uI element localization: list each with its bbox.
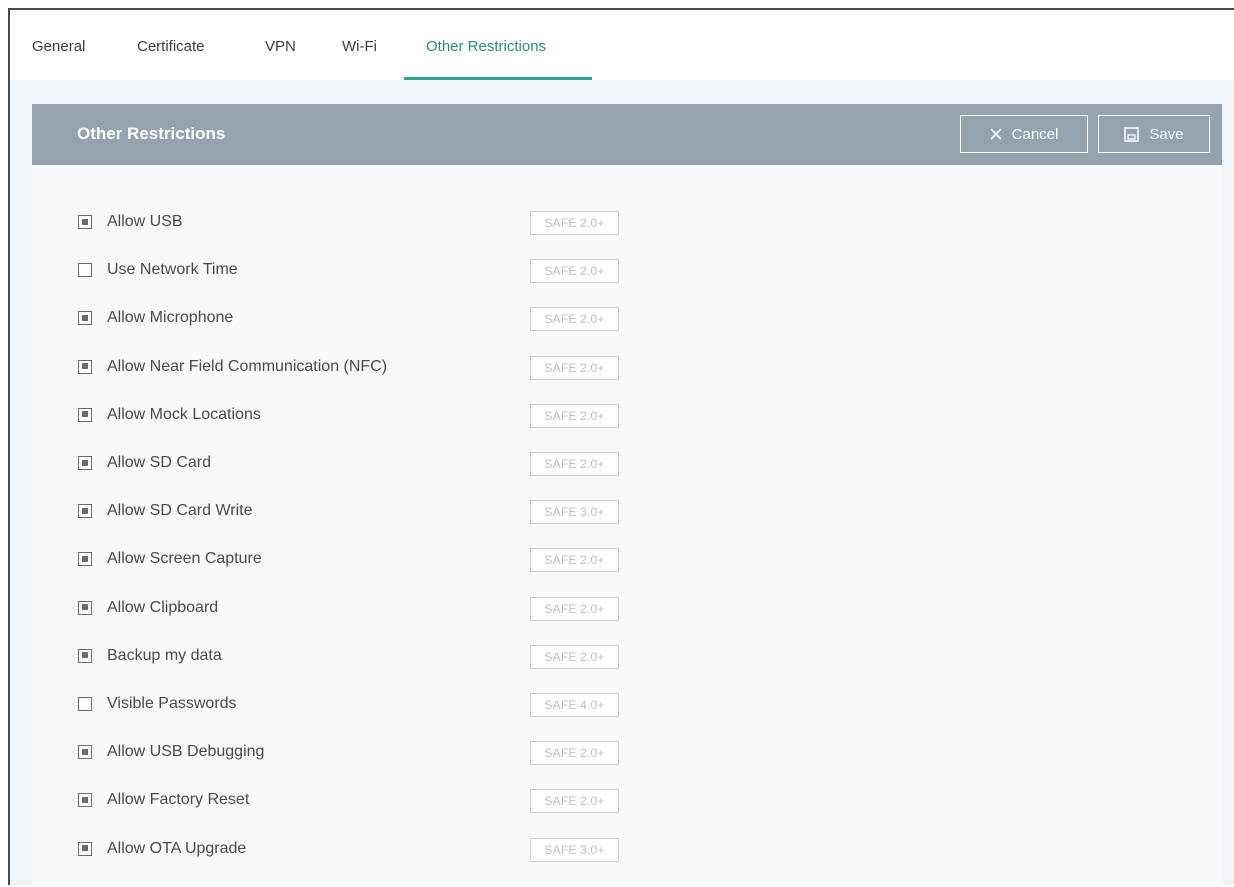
restriction-label[interactable]: Allow Clipboard bbox=[107, 599, 218, 617]
safe-version-badge: SAFE 2.0+ bbox=[530, 211, 619, 235]
restriction-checkbox[interactable] bbox=[78, 456, 92, 470]
safe-version-badge: SAFE 2.0+ bbox=[530, 403, 619, 428]
safe-version-badge: SAFE 2.0+ bbox=[530, 259, 619, 284]
safe-version-badge: SAFE 2.0+ bbox=[530, 548, 619, 573]
restrictions-panel: Other Restrictions Cancel Save Allow USB… bbox=[32, 104, 1222, 887]
restriction-row: Allow Factory Reset SAFE 2.0+ bbox=[78, 789, 638, 815]
restriction-label[interactable]: Allow SD Card bbox=[107, 454, 211, 472]
restriction-row: Allow OTA Upgrade SAFE 3.0+ bbox=[78, 837, 638, 864]
tab-general[interactable]: General bbox=[32, 38, 85, 55]
tab-bar: General Certificate VPN Wi-Fi Other Rest… bbox=[10, 10, 1234, 80]
restriction-checkbox[interactable] bbox=[78, 407, 92, 422]
restriction-checkbox[interactable] bbox=[78, 504, 92, 519]
restriction-row: Backup my data SAFE 2.0+ bbox=[78, 644, 638, 671]
restriction-checkbox[interactable] bbox=[78, 697, 92, 711]
restriction-row: Allow SD Card SAFE 2.0+ bbox=[78, 452, 638, 478]
tab-wifi[interactable]: Wi-Fi bbox=[342, 38, 377, 55]
tab-certificate[interactable]: Certificate bbox=[137, 38, 205, 55]
active-tab-indicator bbox=[404, 77, 592, 80]
restriction-checkbox[interactable] bbox=[78, 841, 92, 856]
safe-version-badge: SAFE 2.0+ bbox=[530, 355, 619, 380]
restriction-checkbox[interactable] bbox=[78, 215, 92, 229]
safe-version-badge: SAFE 2.0+ bbox=[530, 307, 619, 332]
safe-version-badge: SAFE 4.0+ bbox=[530, 693, 619, 717]
restriction-row: Allow Clipboard SAFE 2.0+ bbox=[78, 596, 638, 623]
safe-version-badge: SAFE 2.0+ bbox=[530, 741, 619, 766]
close-icon bbox=[990, 128, 1002, 140]
restriction-label[interactable]: Allow Near Field Communication (NFC) bbox=[107, 358, 387, 376]
restriction-row: Allow Near Field Communication (NFC) SAFE… bbox=[78, 355, 638, 382]
restriction-row: Allow SD Card Write SAFE 3.0+ bbox=[78, 500, 638, 526]
panel-header: Other Restrictions Cancel Save bbox=[32, 104, 1222, 165]
tab-other-restrictions[interactable]: Other Restrictions bbox=[426, 38, 546, 55]
safe-version-badge: SAFE 2.0+ bbox=[530, 452, 619, 476]
restriction-label[interactable]: Allow SD Card Write bbox=[107, 502, 253, 520]
restriction-row: Use Network Time SAFE 2.0+ bbox=[78, 259, 638, 285]
restriction-checkbox[interactable] bbox=[78, 745, 92, 760]
restriction-label[interactable]: Allow Screen Capture bbox=[107, 550, 262, 568]
restriction-label[interactable]: Allow USB Debugging bbox=[107, 743, 264, 761]
restriction-label[interactable]: Allow Factory Reset bbox=[107, 791, 249, 809]
cancel-button[interactable]: Cancel bbox=[960, 115, 1088, 153]
restriction-label[interactable]: Allow Mock Locations bbox=[107, 406, 261, 424]
panel-title: Other Restrictions bbox=[77, 124, 226, 143]
restriction-row: Allow Microphone SAFE 2.0+ bbox=[78, 307, 638, 333]
save-button-label: Save bbox=[1149, 125, 1184, 143]
restriction-row: Visible Passwords SAFE 4.0+ bbox=[78, 693, 638, 719]
safe-version-badge: SAFE 3.0+ bbox=[530, 837, 619, 862]
window-frame: General Certificate VPN Wi-Fi Other Rest… bbox=[8, 8, 1234, 887]
restriction-label[interactable]: Backup my data bbox=[107, 647, 222, 665]
floppy-disk-icon bbox=[1124, 126, 1140, 142]
safe-version-badge: SAFE 2.0+ bbox=[530, 789, 619, 814]
safe-version-badge: SAFE 2.0+ bbox=[530, 644, 619, 669]
restriction-label[interactable]: Allow USB bbox=[107, 213, 183, 231]
restriction-row: Allow Mock Locations SAFE 2.0+ bbox=[78, 403, 638, 430]
restriction-checkbox[interactable] bbox=[78, 359, 92, 374]
cancel-button-label: Cancel bbox=[1011, 125, 1059, 143]
restriction-checkbox[interactable] bbox=[78, 552, 92, 567]
restriction-checkbox[interactable] bbox=[78, 600, 92, 615]
restriction-label[interactable]: Allow OTA Upgrade bbox=[107, 840, 246, 858]
restriction-checkbox[interactable] bbox=[78, 793, 92, 808]
restriction-row: Allow Screen Capture SAFE 2.0+ bbox=[78, 548, 638, 574]
restriction-checkbox[interactable] bbox=[78, 311, 92, 326]
restriction-checkbox[interactable] bbox=[78, 263, 92, 278]
restriction-label[interactable]: Use Network Time bbox=[107, 261, 238, 279]
restriction-checkbox[interactable] bbox=[78, 648, 92, 663]
restriction-label[interactable]: Allow Microphone bbox=[107, 309, 233, 327]
safe-version-badge: SAFE 3.0+ bbox=[530, 500, 619, 525]
tab-vpn[interactable]: VPN bbox=[265, 38, 296, 55]
safe-version-badge: SAFE 2.0+ bbox=[530, 596, 619, 621]
restriction-label[interactable]: Visible Passwords bbox=[107, 695, 237, 713]
restriction-row: Allow USB SAFE 2.0+ bbox=[78, 211, 638, 237]
restriction-row: Allow USB Debugging SAFE 2.0+ bbox=[78, 741, 638, 767]
save-button[interactable]: Save bbox=[1098, 115, 1210, 153]
